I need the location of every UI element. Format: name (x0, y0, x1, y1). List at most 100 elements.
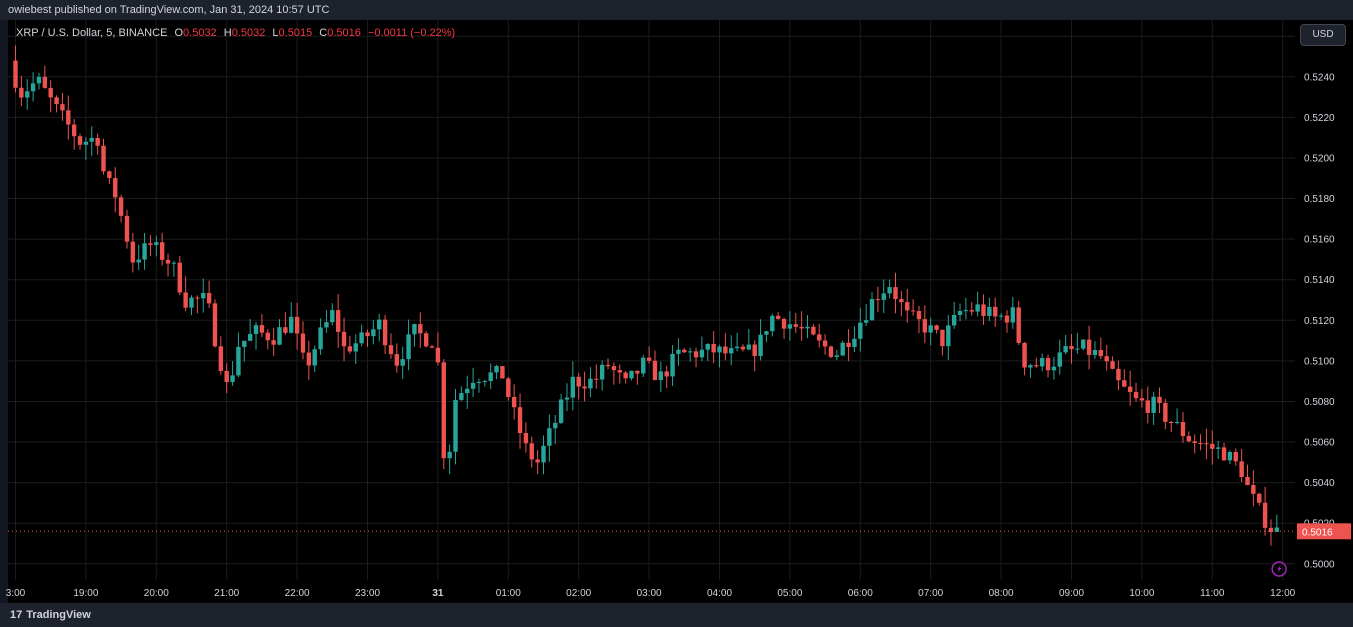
candle-body (1198, 443, 1203, 445)
candle-body (1051, 366, 1057, 371)
candle-body (183, 292, 188, 308)
candle-body (453, 399, 458, 452)
candle-body (1245, 476, 1250, 486)
candle-body (171, 262, 177, 264)
candle-body (1180, 422, 1186, 437)
candle-body (353, 343, 358, 352)
candle-body (529, 443, 534, 460)
candle-body (377, 319, 382, 330)
candle-body (881, 293, 886, 300)
candle-body (517, 407, 523, 434)
candle-body (535, 459, 540, 463)
candle-body (1063, 346, 1068, 353)
candle-body (1069, 346, 1074, 350)
candle-body (154, 242, 159, 245)
candle-body (611, 366, 617, 371)
last-price-label: 0.5016 (1302, 527, 1333, 538)
candle-body (159, 242, 165, 260)
candle-body (470, 382, 476, 389)
candle-body (641, 357, 646, 374)
candle-body (488, 372, 493, 382)
candle-body (928, 325, 933, 333)
candle-body (1192, 441, 1197, 444)
candle-body (594, 378, 599, 380)
candle-body (136, 259, 141, 263)
candle-body (441, 362, 446, 459)
ohlc-legend: XRP / U.S. Dollar, 5, BINANCE O0.5032 H0… (16, 27, 455, 39)
candle-body (294, 316, 300, 334)
tradingview-logo[interactable]: 17 TradingView (10, 609, 91, 621)
candle-body (25, 91, 30, 98)
candle-body (910, 310, 916, 312)
time-tick-label: 12:00 (1270, 588, 1295, 599)
price-tick-label: 0.5200 (1304, 153, 1335, 164)
candle-body (253, 325, 259, 335)
price-tick-label: 0.5000 (1304, 559, 1335, 570)
candle-body (652, 360, 658, 381)
candle-body (969, 310, 974, 312)
candle-body (247, 334, 253, 341)
candle-body (646, 357, 652, 361)
candle-body (130, 241, 136, 263)
currency-button[interactable]: USD (1300, 24, 1346, 46)
candle-body (523, 433, 529, 444)
candle-body (805, 326, 810, 329)
candle-body (71, 124, 77, 137)
candle-body (1157, 396, 1162, 403)
candle-body (781, 318, 787, 329)
candle-body (946, 325, 951, 347)
candle-body (764, 331, 769, 335)
candle-body (218, 346, 224, 371)
candle-body (271, 340, 276, 345)
candle-body (66, 110, 71, 125)
candle-body (318, 327, 323, 350)
candle-body (236, 346, 241, 376)
candle-body (599, 364, 605, 380)
candle-body (547, 428, 552, 446)
price-axis: 0.50000.50200.50400.50600.50800.51000.51… (1295, 20, 1353, 603)
price-tick-label: 0.5180 (1304, 194, 1335, 205)
candle-body (242, 340, 247, 347)
candle-body (189, 297, 194, 308)
time-tick-label: 3:00 (6, 588, 26, 599)
time-tick-label: 09:00 (1059, 588, 1084, 599)
candle-body (740, 346, 746, 350)
candle-body (787, 324, 793, 329)
candle-body (312, 349, 317, 366)
candle-body (435, 347, 441, 363)
candle-body (400, 359, 405, 366)
candle-body (981, 304, 986, 316)
candle-body (60, 104, 65, 111)
candle-body (1010, 307, 1016, 323)
time-tick-label: 01:00 (496, 588, 521, 599)
low-value: 0.5015 (278, 27, 313, 39)
candle-body (1016, 307, 1021, 343)
candle-body (459, 393, 464, 400)
open-label: O (174, 27, 184, 39)
brand-name: TradingView (26, 609, 91, 621)
candle-body (382, 319, 388, 346)
candle-body (1039, 358, 1045, 367)
candle-body (394, 354, 400, 366)
candle-body (30, 83, 36, 92)
time-axis: 3:00 19:00 20:00 21:00 22:00 23:00 31 01:00 02:0… (6, 580, 1353, 603)
candle-body (1233, 452, 1238, 462)
candle-body (195, 297, 200, 299)
symbol-name[interactable]: XRP / U.S. Dollar, 5, BINANCE (16, 27, 167, 39)
candle-body (934, 325, 939, 330)
candlestick-chart: 0.50000.50200.50400.50600.50800.51000.51… (6, 20, 1353, 603)
candle-body (230, 375, 235, 382)
candle-body (623, 372, 628, 379)
time-tick-label: 08:00 (989, 588, 1014, 599)
candle-body (576, 376, 581, 387)
time-tick-label: 21:00 (214, 588, 239, 599)
candle-body (746, 344, 752, 350)
candle-body (1081, 339, 1086, 349)
candle-body (711, 343, 716, 353)
candle-body (775, 315, 781, 319)
candle-body (705, 343, 710, 350)
candle-body (1227, 452, 1233, 461)
candle-body (89, 137, 94, 142)
candle-body (1257, 493, 1262, 503)
candle-body (113, 178, 118, 198)
